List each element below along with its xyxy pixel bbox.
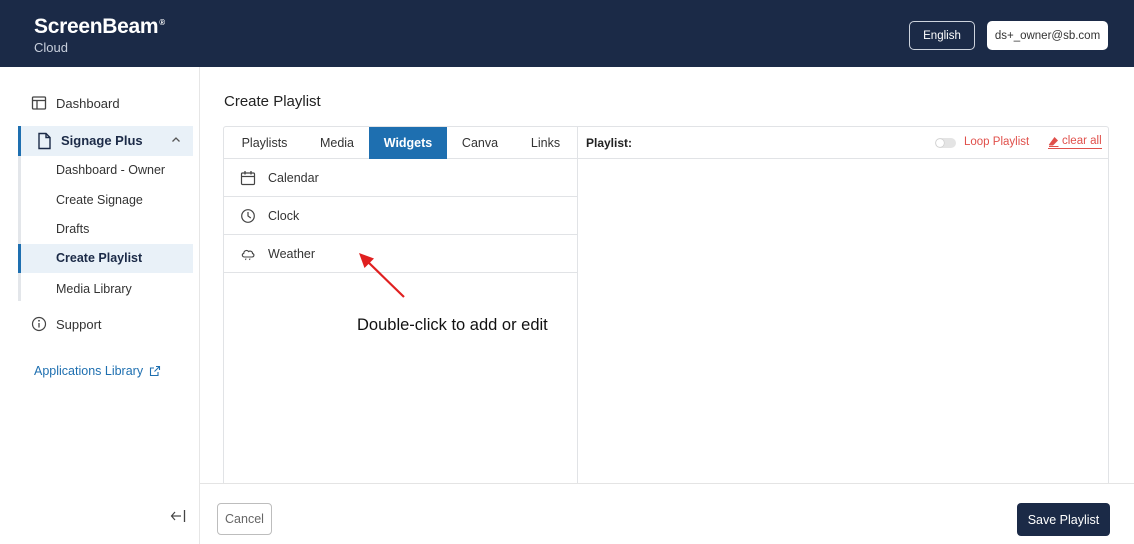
external-link-icon xyxy=(149,365,161,377)
applications-library-label: Applications Library xyxy=(34,364,144,378)
chevron-up-icon[interactable] xyxy=(171,135,181,146)
sidebar-item-label: Dashboard xyxy=(56,95,120,111)
calendar-icon xyxy=(239,169,257,187)
widget-label: Weather xyxy=(268,246,316,261)
loop-playlist-toggle[interactable] xyxy=(935,138,956,148)
clear-all-button[interactable]: clear all xyxy=(1048,135,1102,149)
info-icon xyxy=(30,315,48,333)
dashboard-icon xyxy=(30,94,48,112)
brand-logo[interactable]: ScreenBeam® xyxy=(34,15,165,39)
widget-label: Calendar xyxy=(268,170,319,185)
playlist-label: Playlist: xyxy=(586,136,633,150)
language-button[interactable]: English xyxy=(909,21,975,50)
content-source-column: Playlists Media Widgets Canva Links Cale… xyxy=(224,127,578,485)
eraser-icon xyxy=(1048,136,1059,147)
widget-item-calendar[interactable]: Calendar xyxy=(224,159,578,197)
collapse-left-icon[interactable] xyxy=(170,509,186,527)
clear-all-label: clear all xyxy=(1062,135,1102,147)
sidebar-item-dashboard[interactable]: Dashboard xyxy=(30,94,120,112)
brand-subtitle: Cloud xyxy=(34,40,68,55)
applications-library-link[interactable]: Applications Library xyxy=(34,364,161,378)
top-header: ScreenBeam® Cloud English ds+_owner@sb.c… xyxy=(0,0,1134,67)
footer-bar: Cancel Save Playlist xyxy=(200,483,1134,544)
sidebar-subitem-dashboard-owner[interactable]: Dashboard - Owner xyxy=(56,163,165,177)
source-tabs: Playlists Media Widgets Canva Links xyxy=(224,127,578,159)
submenu-rail xyxy=(18,156,21,301)
widget-label: Clock xyxy=(268,208,300,223)
tab-playlists[interactable]: Playlists xyxy=(224,127,305,159)
user-account-button[interactable]: ds+_owner@sb.com xyxy=(987,21,1108,50)
sidebar-subitem-drafts[interactable]: Drafts xyxy=(56,222,89,236)
annotation-text: Double-click to add or edit xyxy=(357,316,548,334)
sidebar-item-label: Support xyxy=(56,316,102,332)
sidebar-subitem-create-signage[interactable]: Create Signage xyxy=(56,193,143,207)
sidebar-subitem-create-playlist[interactable]: Create Playlist xyxy=(18,244,193,273)
sidebar-subitem-label: Create Playlist xyxy=(56,251,143,265)
toggle-knob xyxy=(936,139,944,147)
sidebar-item-support[interactable]: Support xyxy=(30,315,102,333)
cancel-button[interactable]: Cancel xyxy=(217,503,272,535)
annotation-arrow xyxy=(359,253,405,298)
tab-media[interactable]: Media xyxy=(305,127,369,159)
brand-name: ScreenBeam xyxy=(34,15,159,38)
brand-registered-mark: ® xyxy=(159,18,165,27)
tab-widgets[interactable]: Widgets xyxy=(369,127,447,159)
file-icon xyxy=(36,132,52,155)
widget-item-clock[interactable]: Clock xyxy=(224,197,578,235)
sidebar-item-signage-plus[interactable]: Signage Plus xyxy=(18,126,193,156)
page-title: Create Playlist xyxy=(224,93,321,110)
sidebar-subitem-media-library[interactable]: Media Library xyxy=(56,282,132,296)
loop-playlist-label[interactable]: Loop Playlist xyxy=(964,136,1029,148)
sidebar-item-label: Signage Plus xyxy=(61,133,143,148)
playlist-header: Playlist: Loop Playlist clear all xyxy=(578,127,1108,159)
playlist-editor-panel: Playlists Media Widgets Canva Links Cale… xyxy=(223,126,1109,486)
tab-links[interactable]: Links xyxy=(513,127,578,159)
tab-canva[interactable]: Canva xyxy=(447,127,513,159)
cloud-icon xyxy=(239,245,257,263)
sidebar: Dashboard Signage Plus Dashboard - Owner… xyxy=(0,67,200,544)
save-playlist-button[interactable]: Save Playlist xyxy=(1017,503,1110,536)
clock-icon xyxy=(239,207,257,225)
